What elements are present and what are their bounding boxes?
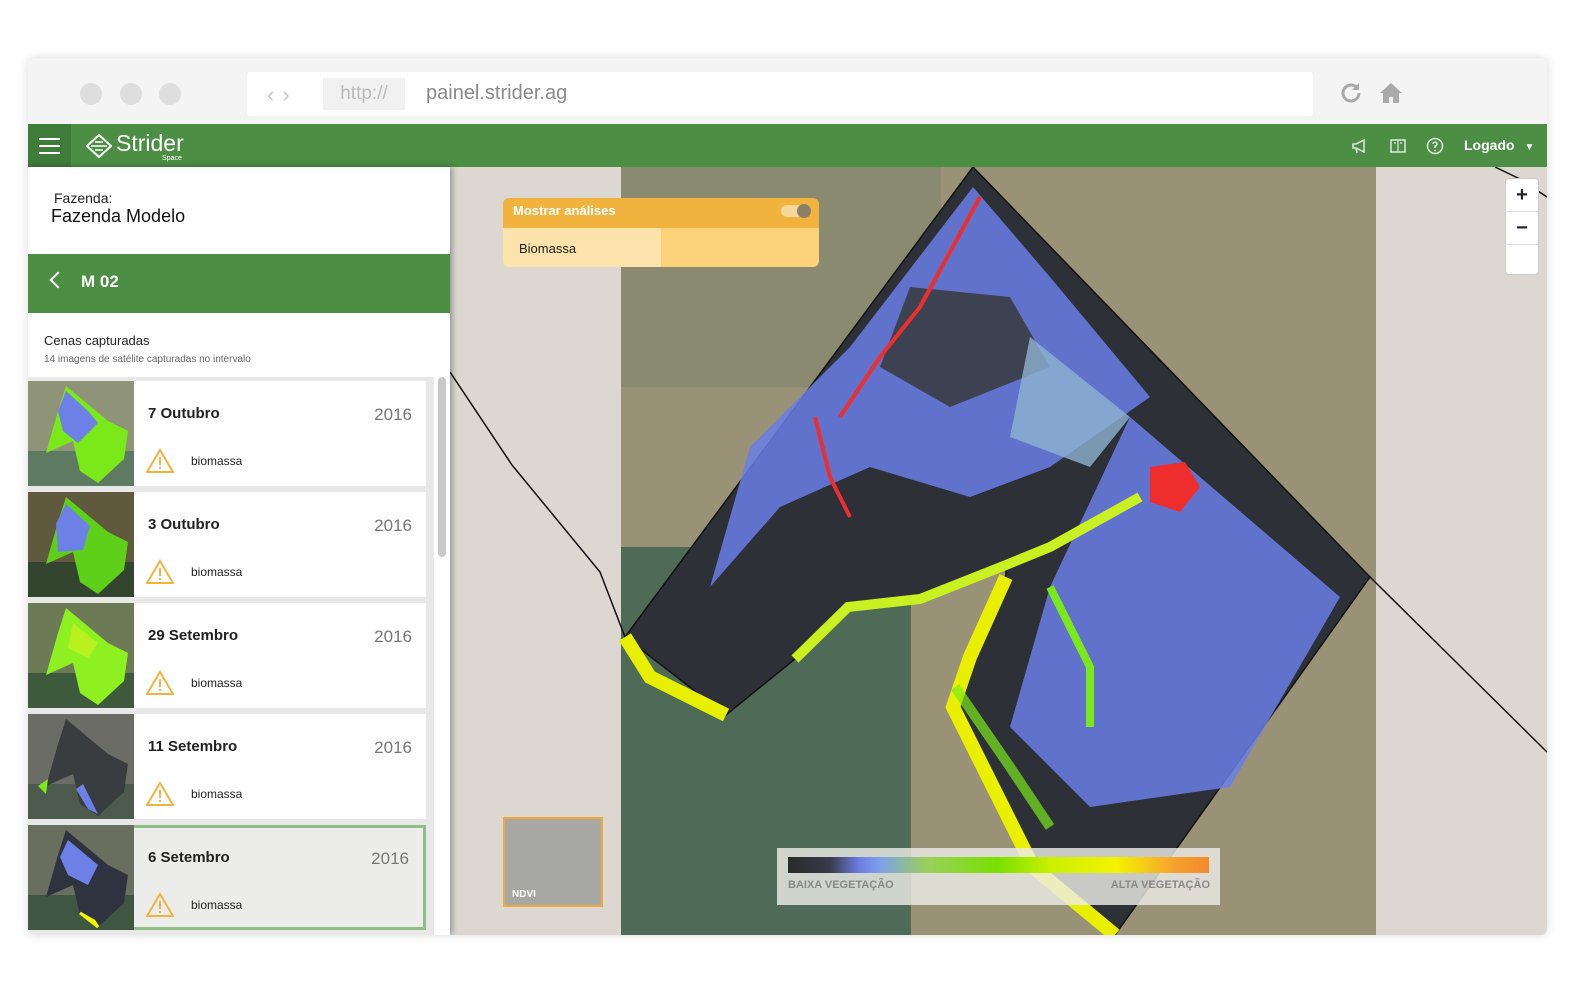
menu-button[interactable] <box>28 124 71 167</box>
warning-icon <box>146 559 174 584</box>
scene-thumbnail <box>28 714 134 819</box>
app-header: Strider Space Logado ▼ <box>28 124 1547 167</box>
scene-year: 2016 <box>374 516 412 535</box>
help-icon[interactable] <box>1426 137 1444 155</box>
megaphone-icon[interactable] <box>1351 137 1369 155</box>
map-view[interactable]: Mostrar análises Biomassa + − NDVI BAIXA… <box>450 167 1547 935</box>
window-close-dot[interactable] <box>80 83 102 105</box>
browser-window: ‹› http:// painel.strider.ag Strider Spa… <box>28 58 1547 935</box>
scene-date: 3 Outubro <box>148 516 220 533</box>
satellite-map[interactable] <box>450 167 1547 935</box>
scene-year: 2016 <box>371 849 409 868</box>
scene-tag: biomassa <box>191 898 243 912</box>
zoom-control: + − <box>1505 178 1539 275</box>
farm-label: Fazenda: <box>54 190 113 206</box>
home-icon[interactable] <box>1378 80 1404 106</box>
brand-logo[interactable]: Strider Space <box>86 130 196 165</box>
scene-year: 2016 <box>374 627 412 646</box>
vegetation-legend: BAIXA VEGETAÇÃO ALTA VEGETAÇÃO <box>777 848 1220 905</box>
scene-thumbnail <box>28 381 134 486</box>
address-bar[interactable]: ‹› http:// painel.strider.ag <box>247 72 1313 116</box>
sidebar: Fazenda: Fazenda Modelo M 02 Cenas captu… <box>28 167 450 935</box>
url-text[interactable]: painel.strider.ag <box>426 82 567 105</box>
reload-icon[interactable] <box>1338 80 1364 106</box>
layer-selector[interactable]: NDVI <box>503 817 603 907</box>
scene-date: 6 Setembro <box>148 849 230 866</box>
nav-arrows-icon[interactable]: ‹› <box>267 82 298 108</box>
book-icon[interactable] <box>1389 137 1407 155</box>
scene-tag: biomassa <box>191 565 243 579</box>
show-analysis-toggle[interactable] <box>781 204 811 218</box>
window-minimize-dot[interactable] <box>120 83 142 105</box>
user-label: Logado <box>1464 137 1515 153</box>
legend-low-label: BAIXA VEGETAÇÃO <box>788 879 894 891</box>
user-menu[interactable]: Logado ▼ <box>1464 137 1534 153</box>
scene-card[interactable]: 11 Setembro 2016 biomassa <box>28 714 426 819</box>
scene-thumbnail <box>28 603 134 708</box>
analysis-panel: Mostrar análises Biomassa <box>503 198 819 267</box>
scene-tag: biomassa <box>191 454 243 468</box>
brand-name: Strider <box>116 130 184 156</box>
legend-high-label: ALTA VEGETAÇÃO <box>1110 879 1210 891</box>
warning-icon <box>146 448 174 473</box>
scene-tag: biomassa <box>191 787 243 801</box>
warning-icon <box>146 781 174 806</box>
scene-card[interactable]: 3 Outubro 2016 biomassa <box>28 492 426 597</box>
analysis-panel-header: Mostrar análises <box>503 198 819 228</box>
brand-subtitle: Space <box>162 155 182 162</box>
plot-header: M 02 <box>28 254 450 313</box>
scenes-subtitle: 14 imagens de satélite capturadas no int… <box>44 354 251 365</box>
zoom-out-button[interactable]: − <box>1506 212 1538 245</box>
scene-year: 2016 <box>374 405 412 424</box>
strider-logo-icon <box>86 134 112 159</box>
analysis-option-biomassa[interactable]: Biomassa <box>503 228 661 267</box>
scene-card[interactable]: 29 Setembro 2016 biomassa <box>28 603 426 708</box>
farm-name: Fazenda Modelo <box>51 206 186 226</box>
layer-label: NDVI <box>512 889 536 900</box>
scene-year: 2016 <box>374 738 412 757</box>
url-protocol: http:// <box>323 78 405 110</box>
scene-list-scrollbar[interactable] <box>438 377 446 557</box>
plot-name: M 02 <box>81 272 119 291</box>
warning-icon <box>146 670 174 695</box>
scenes-title: Cenas capturadas <box>44 333 150 348</box>
scene-date: 7 Outubro <box>148 405 220 422</box>
scene-thumbnail <box>28 492 134 597</box>
scene-tag: biomassa <box>191 676 243 690</box>
legend-color-scale <box>788 857 1209 873</box>
window-maximize-dot[interactable] <box>159 83 181 105</box>
analysis-options: Biomassa <box>503 228 819 267</box>
zoom-in-button[interactable]: + <box>1506 179 1538 212</box>
analysis-panel-title: Mostrar análises <box>513 203 616 218</box>
scene-date: 29 Setembro <box>148 627 239 644</box>
back-arrow-icon[interactable] <box>49 271 67 289</box>
scene-date: 11 Setembro <box>148 738 238 755</box>
warning-icon <box>146 892 174 917</box>
scene-thumbnail <box>28 825 134 930</box>
caret-down-icon: ▼ <box>1524 142 1535 153</box>
scene-card[interactable]: 7 Outubro 2016 biomassa <box>28 381 426 486</box>
scene-card-selected[interactable]: 6 Setembro 2016 biomassa <box>28 825 426 930</box>
browser-chrome: ‹› http:// painel.strider.ag <box>28 58 1547 124</box>
scene-list: 7 Outubro 2016 biomassa 3 Outubro 2016 b… <box>28 377 434 935</box>
